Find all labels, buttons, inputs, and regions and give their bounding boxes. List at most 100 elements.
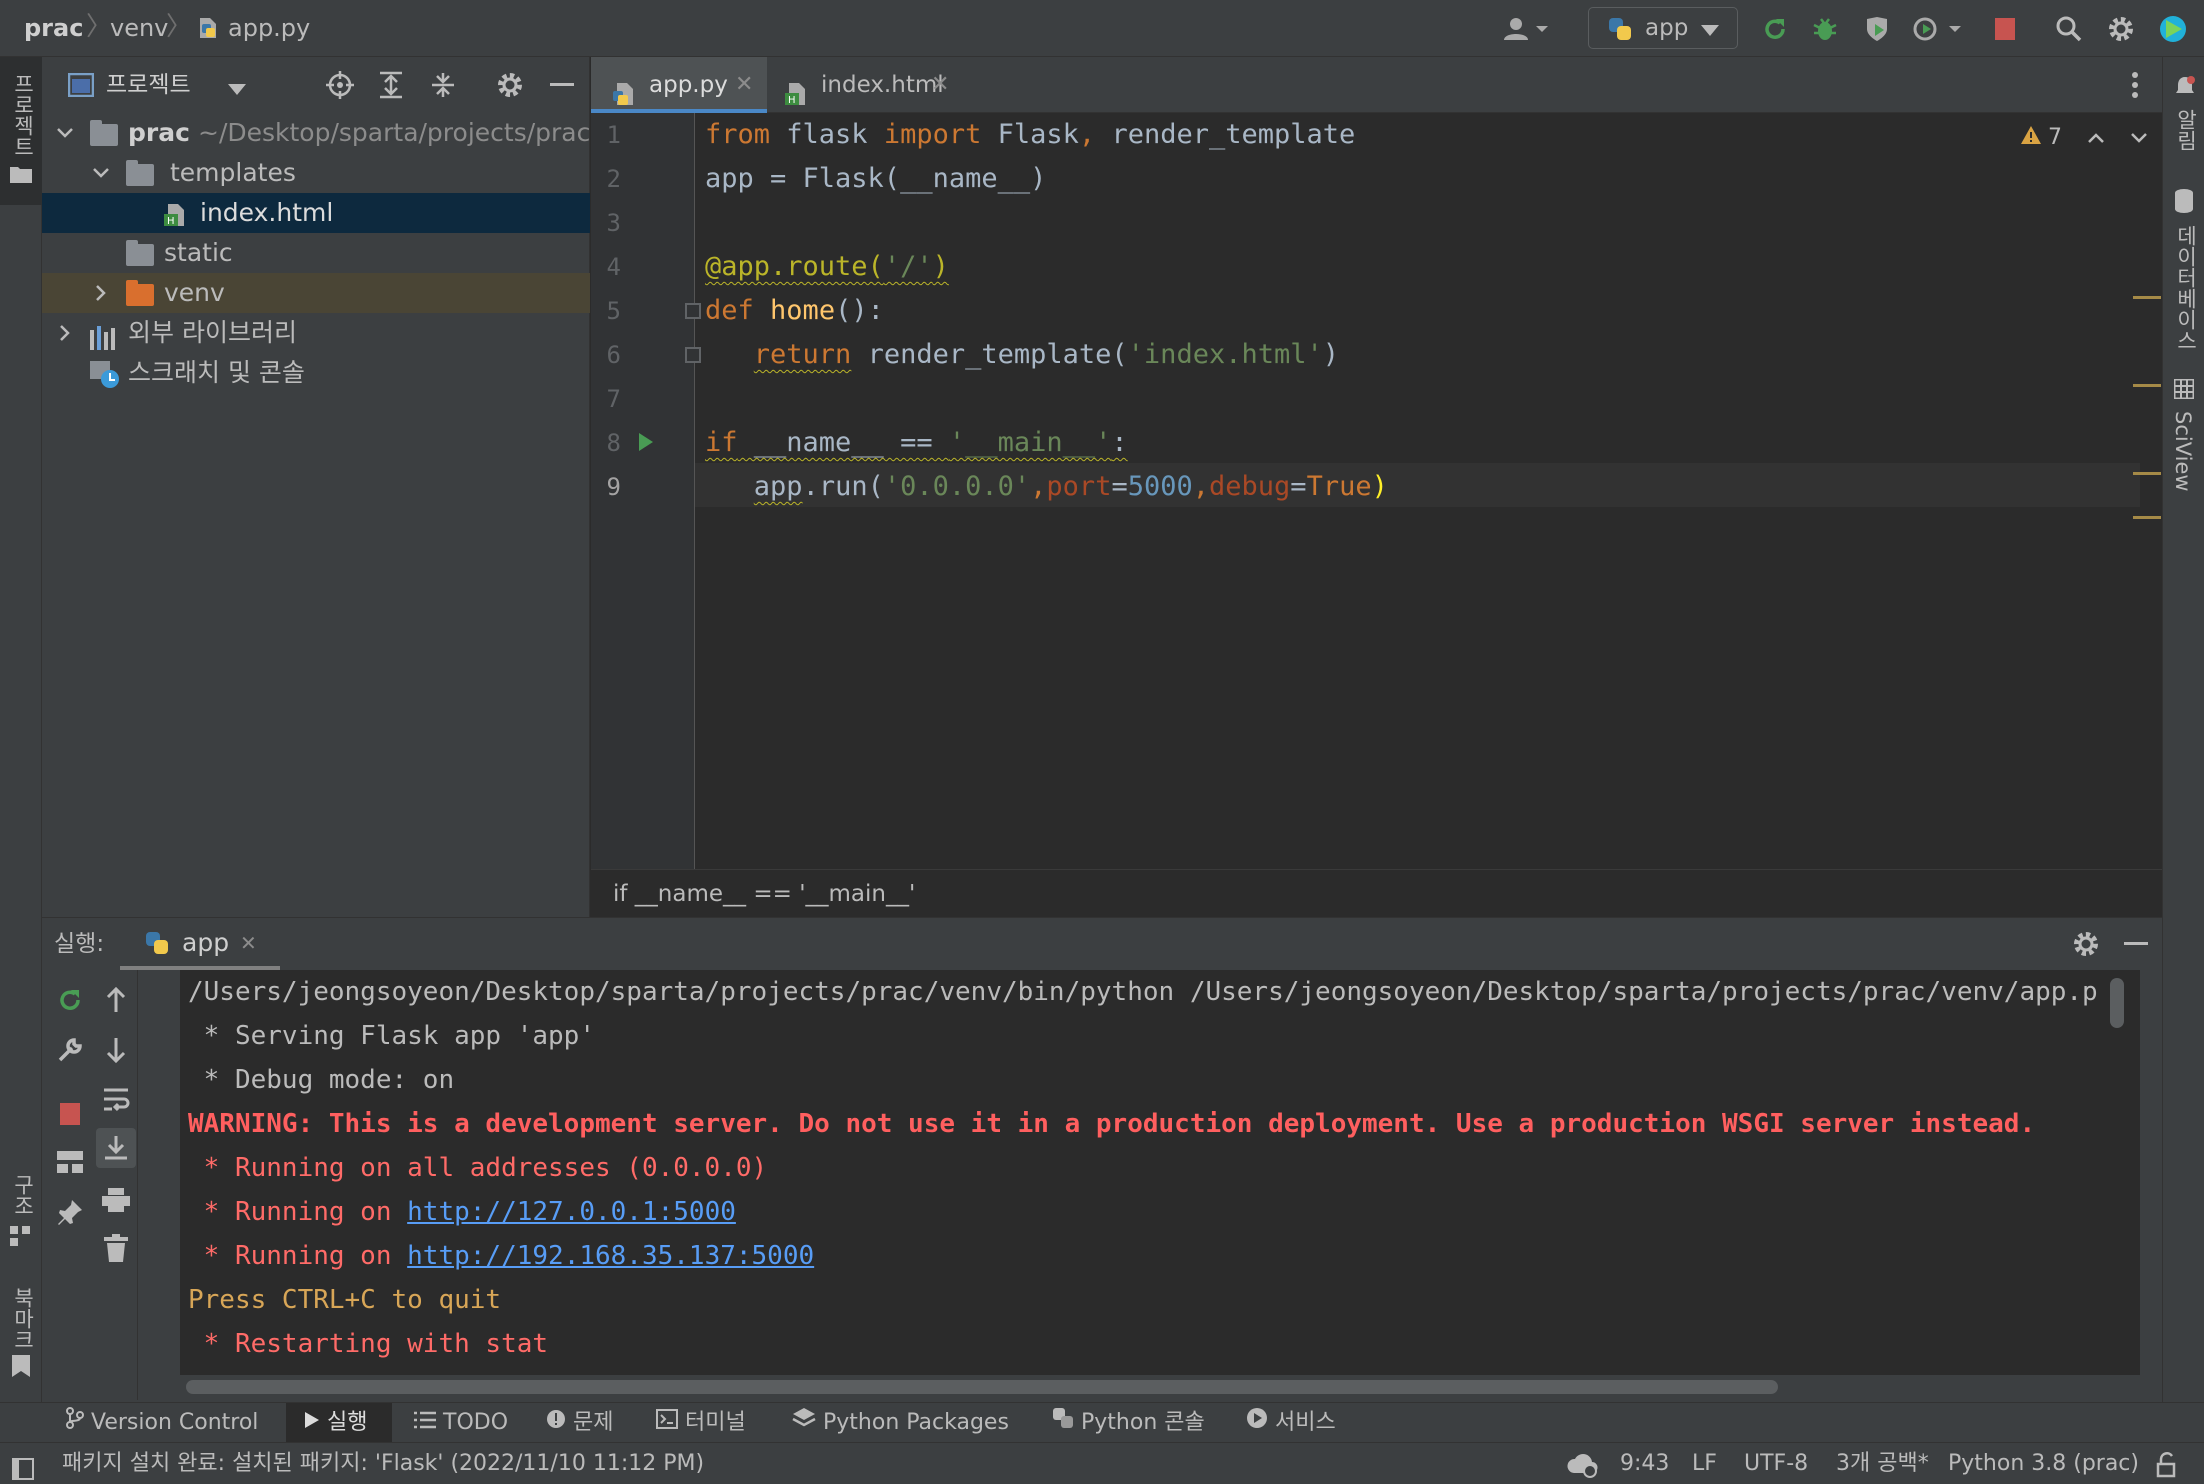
layout-toggle-icon[interactable] — [12, 1453, 34, 1484]
project-view-label[interactable]: 프로젝트 — [106, 57, 191, 113]
breadcrumb-project[interactable]: prac — [24, 0, 83, 57]
warning-marker[interactable] — [2133, 384, 2161, 387]
run-tab-app[interactable]: app ✕ — [120, 918, 280, 970]
profile-icon[interactable] — [1910, 14, 1966, 44]
horizontal-scrollbar[interactable] — [186, 1380, 1778, 1394]
tree-item-prac[interactable]: prac ~/Desktop/sparta/projects/prac — [42, 113, 590, 153]
indent-setting[interactable]: 3개 공백* — [1836, 1443, 1929, 1484]
code-line-9[interactable]: app.run('0.0.0.0',port=5000,debug=True) — [705, 465, 1388, 509]
database-tool-button[interactable]: 데이터베이스 — [2163, 185, 2204, 395]
code-line-2[interactable]: app = Flask(__name__) — [705, 157, 1046, 201]
code-line-8[interactable]: if __name__ == '__main__': — [705, 421, 1128, 465]
run-config-selector[interactable]: app — [1588, 7, 1738, 49]
print-icon[interactable] — [96, 1180, 136, 1220]
close-icon[interactable]: ✕ — [735, 57, 753, 113]
inspection-widget[interactable]: 7 — [2021, 125, 2148, 155]
code-line-1[interactable]: from flask import Flask, render_template — [705, 113, 1355, 157]
console-link[interactable]: http://127.0.0.1:5000 — [407, 1197, 736, 1227]
chevron-down-icon[interactable] — [2130, 125, 2148, 150]
gear-icon[interactable] — [2072, 930, 2100, 962]
tab-python-packages[interactable]: Python Packages — [792, 1403, 1009, 1443]
close-icon[interactable]: ✕ — [240, 918, 257, 968]
sciview-tool-button[interactable]: SciView — [2163, 375, 2204, 515]
tab-app-py[interactable]: app.py ✕ — [591, 57, 767, 113]
coverage-icon[interactable] — [1862, 14, 1892, 44]
tab-todo[interactable]: TODO — [414, 1403, 508, 1443]
code-breadcrumb[interactable]: if __name__ == '__main__' — [591, 869, 2162, 917]
console-link[interactable]: http://192.168.35.137:5000 — [407, 1241, 814, 1271]
breadcrumb-venv[interactable]: venv — [110, 0, 168, 57]
warning-marker[interactable] — [2133, 516, 2161, 519]
folder-icon — [10, 165, 32, 187]
project-tool-button[interactable]: 프로젝트 — [0, 57, 42, 205]
chevron-right-icon: 〉 — [86, 12, 113, 42]
fold-icon[interactable] — [685, 347, 701, 363]
tab-index-html[interactable]: H index.html ✕ — [767, 57, 957, 113]
tab-terminal[interactable]: 터미널 — [656, 1403, 746, 1443]
gear-icon[interactable] — [2106, 14, 2136, 44]
project-panel-header: 프로젝트 — [42, 57, 590, 113]
code-line-6[interactable]: return render_template('index.html') — [705, 333, 1339, 377]
fold-icon[interactable] — [685, 303, 701, 319]
more-vertical-icon[interactable] — [2131, 71, 2139, 103]
minimize-icon[interactable] — [550, 83, 574, 86]
console-output[interactable]: /Users/jeongsoyeon/Desktop/sparta/projec… — [180, 970, 2140, 1375]
run-gutter-icon[interactable] — [637, 431, 655, 457]
lock-open-icon[interactable] — [2156, 1451, 2178, 1484]
rerun-icon[interactable] — [1760, 14, 1790, 44]
trash-icon[interactable] — [96, 1228, 136, 1268]
gear-icon[interactable] — [496, 71, 524, 103]
interpreter-selector[interactable]: Python 3.8 (prac) — [1948, 1443, 2139, 1484]
python-icon — [144, 930, 170, 960]
expand-all-icon[interactable] — [378, 71, 404, 103]
stop-icon[interactable] — [1990, 14, 2020, 44]
status-message[interactable]: 패키지 설치 완료: 설치된 패키지: 'Flask' (2022/11/10 … — [62, 1443, 704, 1484]
debug-icon[interactable] — [1810, 14, 1840, 44]
tree-item-venv[interactable]: venv — [42, 273, 590, 313]
tree-item-label: 스크래치 및 콘솔 — [128, 358, 305, 387]
close-icon[interactable]: ✕ — [931, 57, 949, 113]
line-separator[interactable]: LF — [1692, 1443, 1717, 1484]
file-encoding[interactable]: UTF-8 — [1744, 1443, 1808, 1484]
chevron-up-icon[interactable] — [2087, 125, 2105, 150]
tab-run[interactable]: 실행 — [286, 1403, 392, 1443]
cloud-sync-icon[interactable] — [1566, 1451, 1600, 1484]
cursor-position[interactable]: 9:43 — [1620, 1443, 1669, 1484]
tab-python-console[interactable]: Python 콘솔 — [1052, 1403, 1205, 1443]
tab-version-control[interactable]: Version Control — [66, 1403, 258, 1443]
soft-wrap-icon[interactable] — [96, 1080, 136, 1120]
tab-problems[interactable]: 문제 — [546, 1403, 613, 1443]
arrow-down-icon[interactable] — [96, 1030, 136, 1070]
wrench-icon[interactable] — [50, 1030, 90, 1070]
code-with-me-icon[interactable] — [2158, 14, 2188, 44]
code-line-4[interactable]: @app.route('/') — [705, 245, 949, 289]
tree-item-index-html[interactable]: H index.html — [42, 193, 590, 233]
rerun-icon[interactable] — [50, 980, 90, 1020]
code-line-5[interactable]: def home(): — [705, 289, 884, 333]
scroll-to-end-icon[interactable] — [96, 1128, 136, 1168]
collapse-all-icon[interactable] — [430, 71, 456, 103]
tree-item-external-libraries[interactable]: 외부 라이브러리 — [42, 313, 590, 353]
notifications-tool-button[interactable]: 알림 — [2163, 65, 2204, 175]
tab-services[interactable]: 서비스 — [1246, 1403, 1336, 1443]
breadcrumb-file[interactable]: app.py — [228, 0, 310, 57]
warning-marker[interactable] — [2133, 472, 2161, 475]
pin-icon[interactable] — [50, 1192, 90, 1232]
vertical-scrollbar[interactable] — [2110, 978, 2124, 1028]
warning-marker[interactable] — [2133, 296, 2161, 299]
right-tool-strip: 알림 데이터베이스 SciView — [2162, 57, 2204, 1402]
folder-icon — [126, 280, 154, 306]
user-icon[interactable] — [1498, 14, 1554, 44]
tree-item-templates[interactable]: templates — [42, 153, 590, 193]
arrow-up-icon[interactable] — [96, 980, 136, 1020]
editor-area: app.py ✕ H index.html ✕ 1 2 3 4 5 6 7 8 … — [591, 57, 2162, 917]
bookmarks-tool-button[interactable]: 북마크 — [0, 1285, 42, 1395]
minimize-icon[interactable] — [2124, 942, 2148, 945]
layout-icon[interactable] — [50, 1142, 90, 1182]
stop-icon[interactable] — [50, 1094, 90, 1134]
locate-icon[interactable] — [326, 71, 354, 103]
chevron-down-icon[interactable] — [228, 81, 246, 100]
search-icon[interactable] — [2054, 14, 2084, 44]
tree-item-static[interactable]: static — [42, 233, 590, 273]
tree-item-scratches[interactable]: 스크래치 및 콘솔 — [42, 353, 590, 393]
